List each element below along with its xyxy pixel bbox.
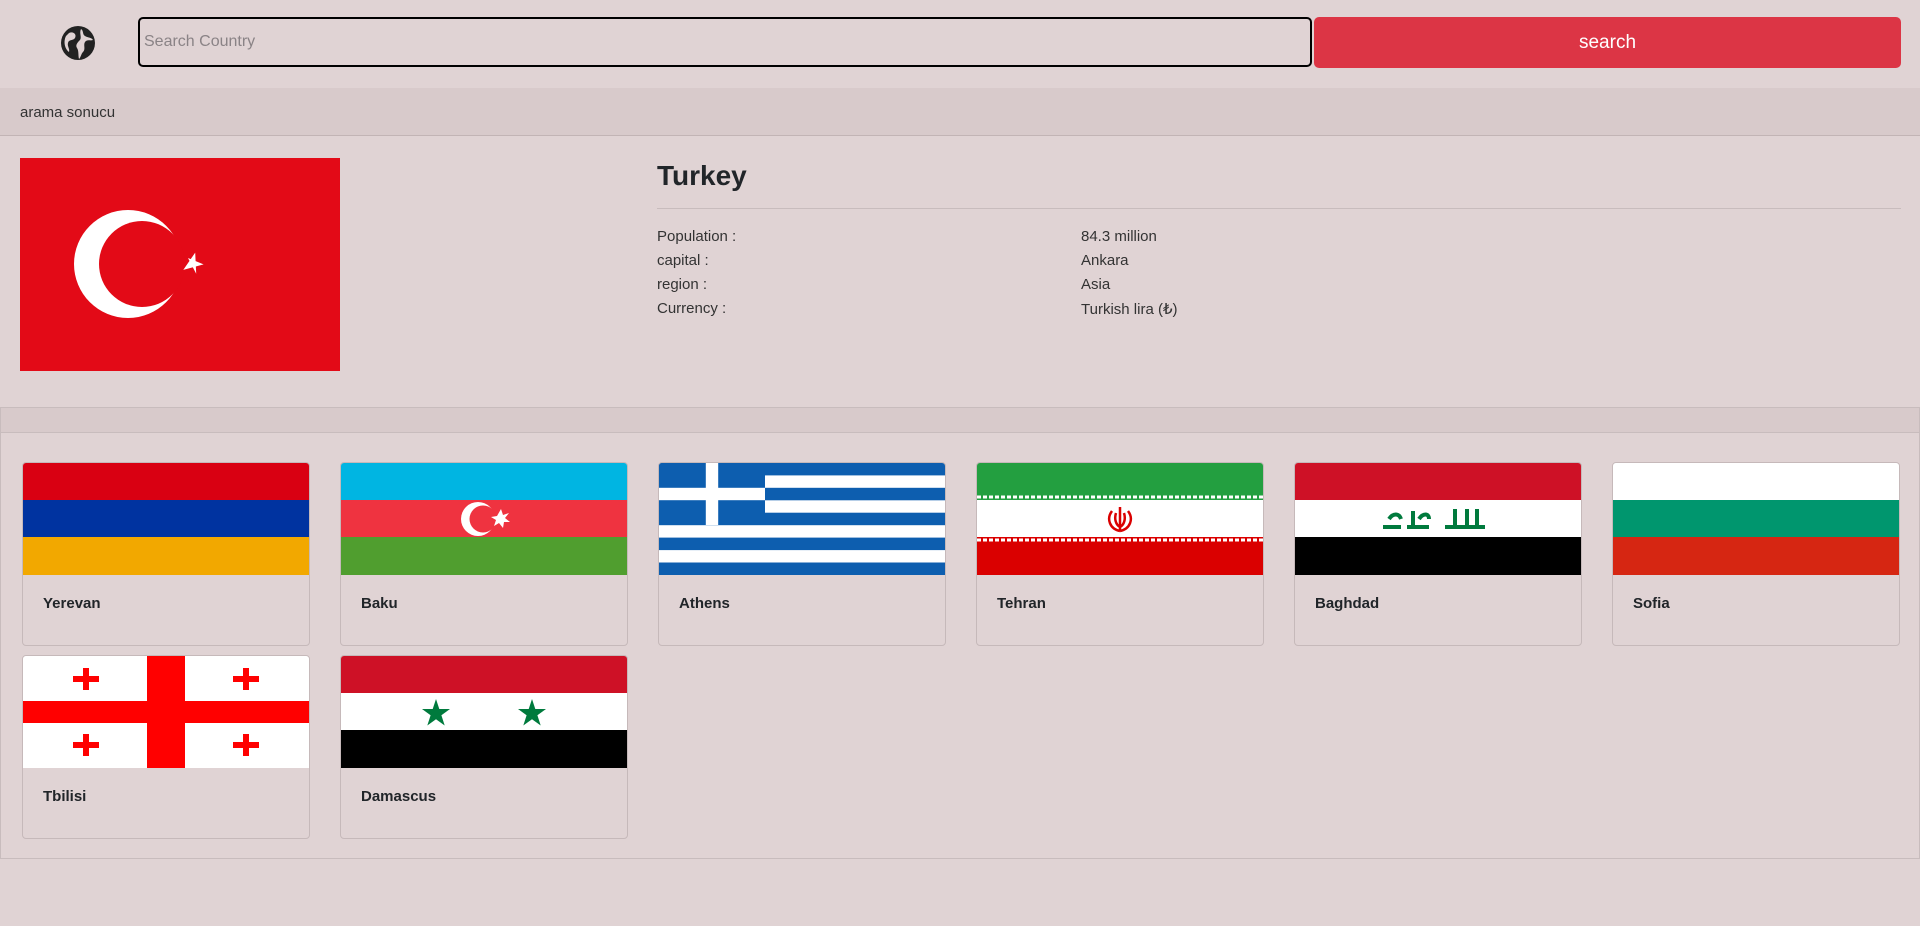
neighbors-panel-header <box>1 408 1919 433</box>
population-value: 84.3 million <box>1081 228 1157 245</box>
azerbaijan-flag <box>341 463 627 575</box>
neighbor-card-baku[interactable]: Baku <box>340 462 628 646</box>
currency-value: Turkish lira (₺) <box>1081 301 1178 318</box>
search-input[interactable] <box>138 17 1312 67</box>
turkey-flag <box>20 158 340 371</box>
bulgaria-flag <box>1613 463 1899 575</box>
neighbor-card-yerevan[interactable]: Yerevan <box>22 462 310 646</box>
neighbors-panel: Yerevan Baku Athens Tehran Baghdad Sofia… <box>0 407 1920 859</box>
search-button[interactable]: search <box>1314 17 1901 68</box>
syria-flag <box>341 656 627 768</box>
population-label: Population : <box>657 228 737 245</box>
neighbor-capital: Tehran <box>997 595 1046 612</box>
armenia-flag <box>23 463 309 575</box>
neighbor-card-damascus[interactable]: Damascus <box>340 655 628 839</box>
neighbor-capital: Baku <box>361 595 398 612</box>
globe-icon[interactable] <box>60 25 96 61</box>
neighbor-capital: Athens <box>679 595 730 612</box>
neighbor-capital: Tbilisi <box>43 788 87 805</box>
neighbor-capital: Sofia <box>1633 595 1670 612</box>
neighbor-capital: Yerevan <box>43 595 101 612</box>
capital-label: capital : <box>657 252 709 269</box>
neighbor-capital: Damascus <box>361 788 437 805</box>
neighbor-card-athens[interactable]: Athens <box>658 462 946 646</box>
neighbor-card-tehran[interactable]: Tehran <box>976 462 1264 646</box>
currency-label: Currency : <box>657 300 727 317</box>
georgia-flag <box>23 656 309 768</box>
neighbor-card-tbilisi[interactable]: Tbilisi <box>22 655 310 839</box>
divider <box>657 208 1901 209</box>
capital-value: Ankara <box>1081 252 1129 269</box>
region-label: region : <box>657 276 708 293</box>
iraq-flag <box>1295 463 1581 575</box>
result-header: arama sonucu <box>0 88 1920 136</box>
top-bar: search <box>0 0 1920 88</box>
population-row: Population : 84.3 million <box>657 228 1901 252</box>
currency-row: Currency : Turkish lira (₺) <box>657 300 1901 324</box>
neighbor-capital: Baghdad <box>1315 595 1380 612</box>
region-value: Asia <box>1081 276 1111 293</box>
neighbor-card-sofia[interactable]: Sofia <box>1612 462 1900 646</box>
greece-flag <box>659 463 945 575</box>
neighbor-card-baghdad[interactable]: Baghdad <box>1294 462 1582 646</box>
country-name: Turkey <box>657 160 747 191</box>
region-row: region : Asia <box>657 276 1901 300</box>
iran-flag <box>977 463 1263 575</box>
capital-row: capital : Ankara <box>657 252 1901 276</box>
result-header-label: arama sonucu <box>20 104 116 121</box>
